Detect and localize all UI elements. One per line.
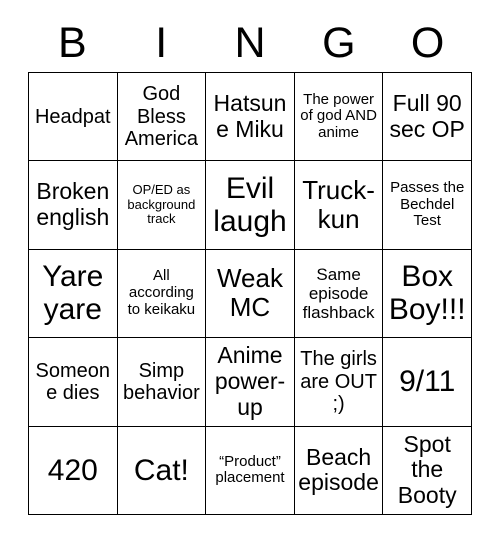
bingo-cell[interactable]: Truck-kun [294, 161, 384, 250]
bingo-cell[interactable]: Simp behavior [117, 338, 207, 427]
bingo-header-letter-g: G [322, 18, 356, 67]
bingo-cell[interactable]: Same episode flashback [294, 249, 384, 339]
bingo-cell-label: OP/ED as background track [127, 182, 196, 227]
bingo-cell[interactable]: Yare yare [29, 249, 118, 339]
bingo-cell-label: The power of god AND anime [300, 90, 377, 142]
bingo-cell-label: God Bless America [124, 83, 199, 150]
bingo-header-letter-b: B [58, 18, 87, 67]
bingo-cell[interactable]: The power of god AND anime [294, 73, 384, 162]
bingo-cell[interactable]: Beach episode [294, 426, 384, 515]
bingo-cell-label: Box Boy!!! [388, 259, 466, 327]
bingo-cell-label: Simp behavior [123, 359, 200, 404]
bingo-header-letter-n: N [234, 18, 266, 67]
bingo-cell[interactable]: Box Boy!!! [383, 249, 472, 339]
bingo-cell-label: The girls are OUT ;) [300, 348, 377, 416]
bingo-cell-label: Full 90 sec OP [389, 89, 465, 142]
bingo-cell-label: Passes the Bechdel Test [390, 178, 465, 230]
bingo-cell[interactable]: God Bless America [117, 73, 207, 162]
bingo-cell[interactable]: Cat! [117, 426, 207, 515]
bingo-cell[interactable]: Someone dies [29, 338, 118, 427]
bingo-card: B I N G O Headpat God Bless America Hats… [0, 0, 500, 544]
bingo-cell-label: Yare yare [42, 259, 104, 327]
bingo-cell[interactable]: The girls are OUT ;) [294, 338, 384, 427]
bingo-cell[interactable]: Passes the Bechdel Test [383, 161, 472, 250]
bingo-cell[interactable]: Broken english [29, 161, 118, 250]
bingo-grid: Headpat God Bless America Hatsune Miku T… [28, 72, 472, 515]
bingo-cell-label: Beach episode [298, 443, 379, 496]
bingo-cell-label: Cat! [133, 453, 189, 487]
bingo-cell[interactable]: “Product” placement [206, 426, 295, 515]
bingo-cell[interactable]: Weak MC [206, 249, 295, 339]
bingo-cell-label: Someone dies [35, 359, 111, 404]
bingo-cell[interactable]: 9/11 [383, 338, 472, 427]
bingo-cell-label: Weak MC [216, 263, 283, 323]
bingo-cell[interactable]: Hatsune Miku [206, 73, 295, 162]
bingo-cell[interactable]: All according to keikaku [117, 249, 207, 339]
bingo-cell[interactable]: Headpat [29, 73, 118, 162]
bingo-cell-label: 420 [47, 453, 98, 487]
bingo-cell-label: Same episode flashback [302, 264, 375, 322]
bingo-cell-label: Anime power-up [214, 342, 286, 420]
bingo-cell-label: Hatsune Miku [213, 89, 287, 142]
bingo-cell[interactable]: Full 90 sec OP [383, 73, 472, 162]
bingo-cell-label: All according to keikaku [127, 267, 196, 318]
bingo-header-letter-i: I [155, 18, 168, 67]
bingo-cell-label: Truck-kun [302, 174, 375, 235]
bingo-cell[interactable]: Evil laugh [206, 161, 295, 250]
bingo-cell-label: “Product” placement [215, 452, 285, 487]
bingo-cell-label: Spot the Booty [397, 430, 457, 509]
bingo-cell[interactable]: 420 [29, 426, 118, 515]
bingo-cell[interactable]: Spot the Booty [383, 426, 472, 515]
bingo-cell-label: 9/11 [399, 365, 456, 399]
bingo-cell-label: Broken english [36, 178, 110, 231]
bingo-cell-label: Headpat [34, 105, 111, 128]
bingo-header-letter-o: O [410, 18, 445, 67]
bingo-cell[interactable]: OP/ED as background track [117, 161, 207, 250]
bingo-cell-label: Evil laugh [213, 171, 287, 239]
bingo-cell[interactable]: Anime power-up [206, 338, 295, 427]
bingo-header: B I N G O [28, 14, 472, 72]
